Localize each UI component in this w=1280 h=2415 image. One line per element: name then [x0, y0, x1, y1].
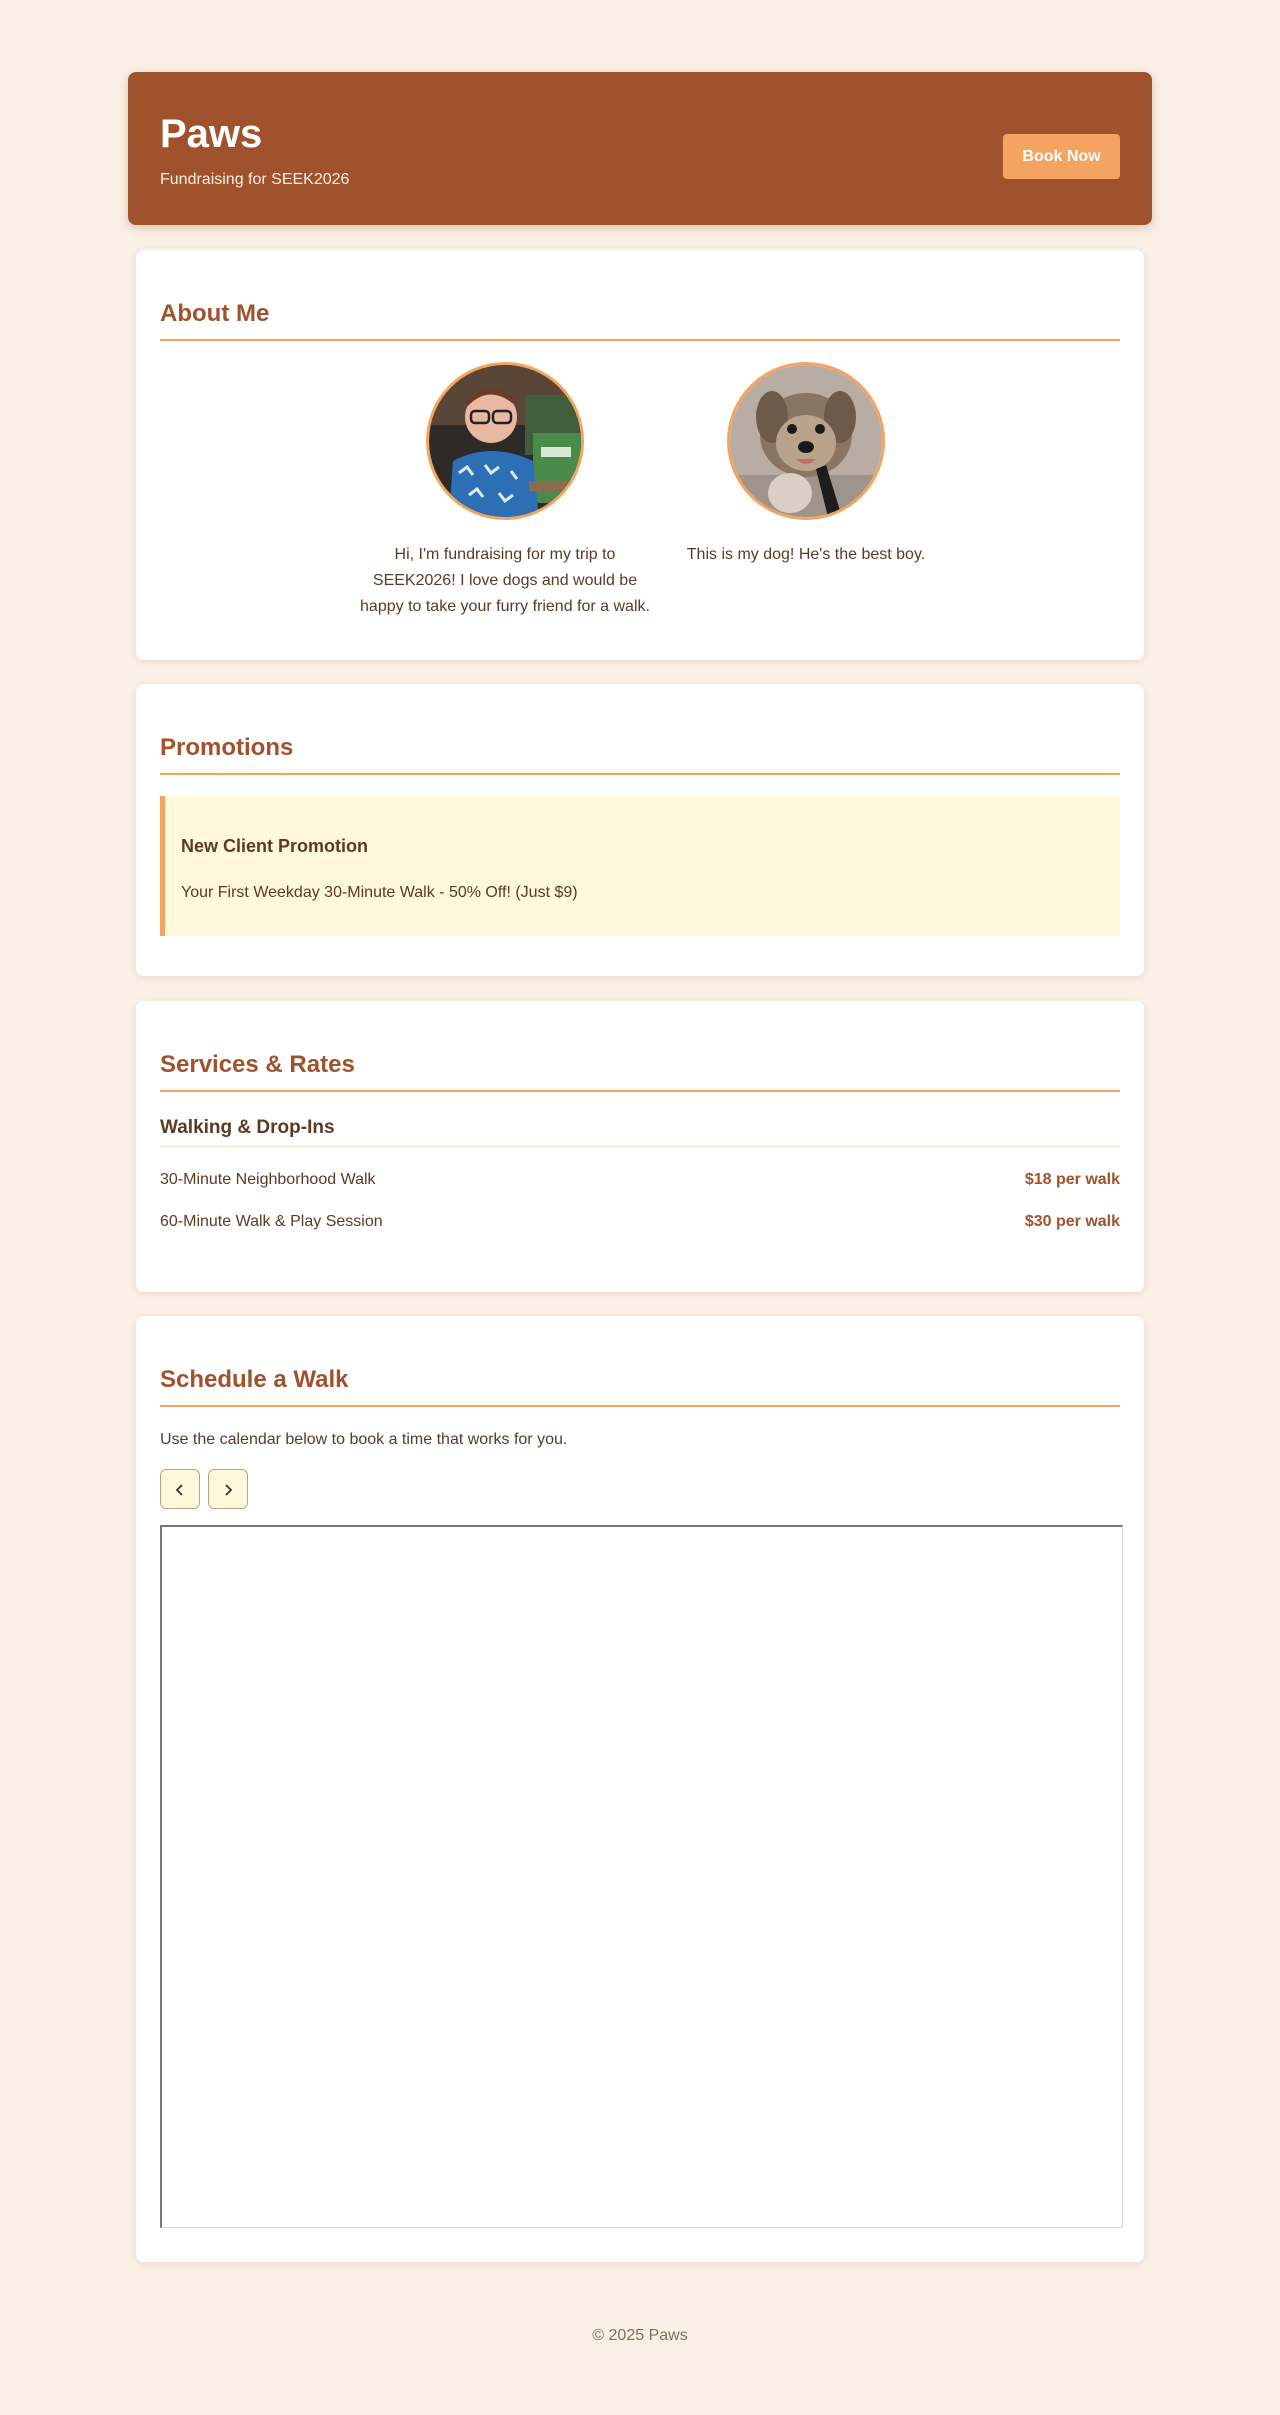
page: Paws Fundraising for SEEK2026 Book Now A…: [0, 0, 1280, 2415]
owner-photo: [426, 362, 584, 520]
divider: [160, 1090, 1120, 1092]
divider: [160, 339, 1120, 341]
site-title: Paws: [160, 112, 263, 156]
about-section: About Me Hi, I'm fundraising for my trip…: [136, 250, 1144, 660]
service-row: 30-Minute Neighborhood Walk $18 per walk: [160, 1171, 1120, 1193]
service-name: 30-Minute Neighborhood Walk: [160, 1171, 376, 1188]
subdivider: [160, 1146, 1120, 1147]
chevron-right-icon: [225, 1484, 233, 1496]
promo-card: New Client Promotion Your First Weekday …: [160, 796, 1120, 936]
schedule-heading: Schedule a Walk: [160, 1366, 349, 1393]
site-header: Paws Fundraising for SEEK2026 Book Now: [128, 72, 1152, 225]
calendar-embed[interactable]: [160, 1525, 1123, 2228]
promotions-section: Promotions New Client Promotion Your Fir…: [136, 684, 1144, 976]
service-price: $18 per walk: [1024, 1171, 1120, 1188]
owner-caption: Hi, I'm fundraising for my trip to SEEK2…: [360, 546, 650, 615]
promo-title: New Client Promotion: [181, 836, 369, 856]
about-heading: About Me: [160, 300, 270, 327]
schedule-section: Schedule a Walk Use the calendar below t…: [136, 1316, 1144, 2262]
footer-text: © 2025 Paws: [592, 2327, 688, 2344]
dog-caption: This is my dog! He's the best boy.: [686, 546, 926, 563]
divider: [160, 773, 1120, 775]
service-price: $30 per walk: [1024, 1213, 1120, 1230]
calendar-prev-button[interactable]: [160, 1469, 200, 1509]
services-heading: Services & Rates: [160, 1051, 355, 1078]
promotions-heading: Promotions: [160, 734, 294, 761]
book-now-button[interactable]: Book Now: [1003, 134, 1120, 179]
service-row: 60-Minute Walk & Play Session $30 per wa…: [160, 1213, 1120, 1235]
chevron-left-icon: [175, 1484, 183, 1496]
site-subtitle: Fundraising for SEEK2026: [160, 171, 350, 188]
divider: [160, 1405, 1120, 1407]
services-section: Services & Rates Walking & Drop-Ins 30-M…: [136, 1001, 1144, 1292]
schedule-intro: Use the calendar below to book a time th…: [160, 1431, 568, 1448]
services-subheading: Walking & Drop-Ins: [160, 1117, 335, 1138]
service-name: 60-Minute Walk & Play Session: [160, 1213, 383, 1230]
dog-photo: [727, 362, 885, 520]
promo-text: Your First Weekday 30-Minute Walk - 50% …: [181, 884, 578, 901]
calendar-next-button[interactable]: [208, 1469, 248, 1509]
